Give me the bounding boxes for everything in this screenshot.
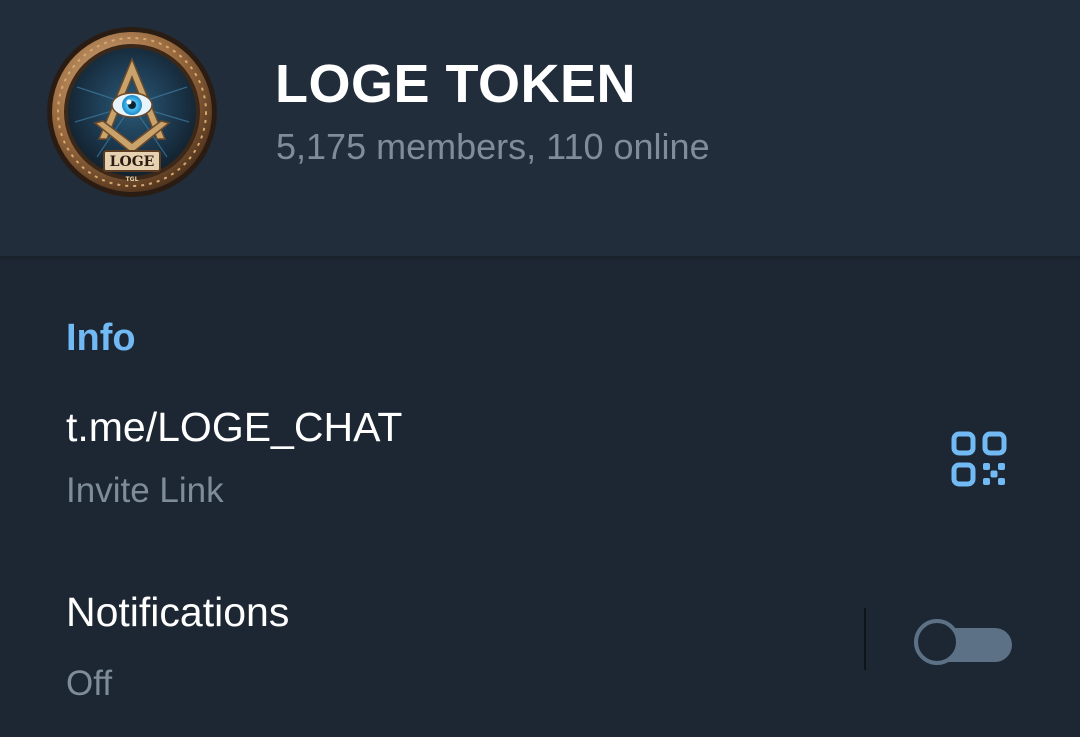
- header-divider: [0, 256, 1080, 262]
- member-count: 5,175 members, 110 online: [276, 126, 710, 167]
- notifications-label: Notifications: [66, 589, 290, 635]
- invite-link-label: Invite Link: [66, 471, 224, 510]
- invite-link-row[interactable]: t.me/LOGE_CHAT Invite Link: [0, 390, 1080, 540]
- group-avatar[interactable]: LOGE TGL: [47, 27, 217, 197]
- group-title: LOGE TOKEN: [275, 54, 637, 114]
- group-info-screen: LOGE TGL LOGE TOKEN 5,175 members, 110 o…: [0, 0, 1080, 737]
- loge-logo: LOGE TGL: [47, 27, 217, 197]
- svg-text:LOGE: LOGE: [110, 154, 155, 170]
- vertical-divider: [864, 608, 866, 670]
- notifications-toggle[interactable]: [914, 614, 1012, 670]
- toggle-knob: [914, 619, 960, 665]
- svg-text:TGL: TGL: [126, 176, 139, 183]
- info-section-title: Info: [66, 317, 136, 359]
- notifications-status: Off: [66, 664, 113, 703]
- notifications-row[interactable]: Notifications Off: [0, 570, 1080, 730]
- profile-header: LOGE TGL LOGE TOKEN 5,175 members, 110 o…: [0, 0, 1080, 256]
- qr-code-icon[interactable]: [950, 430, 1008, 488]
- invite-link-value[interactable]: t.me/LOGE_CHAT: [66, 402, 402, 452]
